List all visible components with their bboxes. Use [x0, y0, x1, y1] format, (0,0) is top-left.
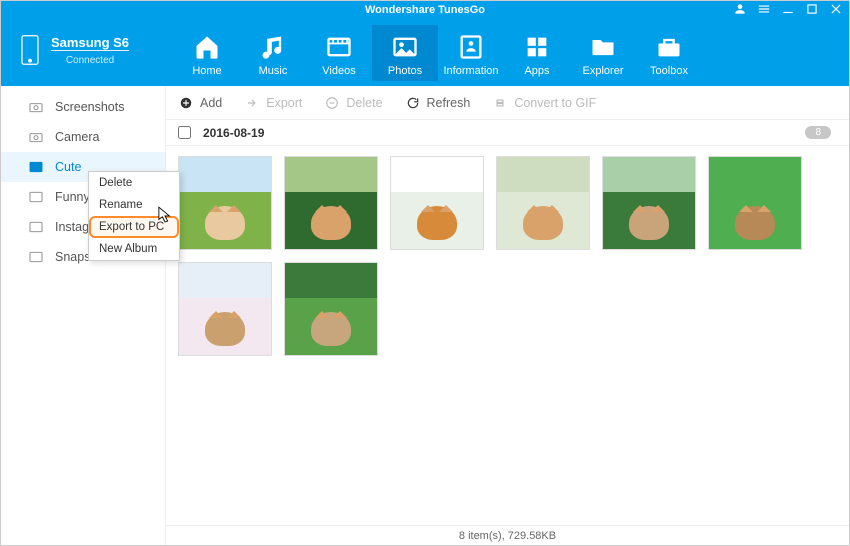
menu-icon[interactable]: [757, 2, 771, 19]
nav-toolbox-label: Toolbox: [636, 65, 702, 77]
image-icon: [27, 219, 45, 235]
sidebar-item-screenshots[interactable]: Screenshots: [1, 92, 165, 122]
delete-icon: [324, 95, 340, 111]
group-count-badge: 8: [805, 126, 831, 139]
nav-photos[interactable]: Photos: [372, 25, 438, 81]
nav-videos-label: Videos: [306, 65, 372, 77]
nav-music[interactable]: Music: [240, 25, 306, 81]
export-icon: [244, 95, 260, 111]
nav-home-label: Home: [174, 65, 240, 77]
videos-icon: [306, 31, 372, 63]
image-icon: [27, 249, 45, 265]
sidebar-item-label: Cute: [55, 160, 81, 174]
sidebar-item-label: Screenshots: [55, 100, 124, 114]
nav-apps[interactable]: Apps: [504, 25, 570, 81]
photo-thumbnail[interactable]: [284, 156, 378, 250]
toolbar: Add Export Delete Refresh Convert to GIF: [166, 86, 849, 120]
maximize-icon[interactable]: [805, 2, 819, 19]
sidebar-item-label: Funny: [55, 190, 90, 204]
nav-music-label: Music: [240, 65, 306, 77]
user-icon[interactable]: [733, 2, 747, 19]
context-menu-delete[interactable]: Delete: [89, 172, 179, 194]
photo-thumbnail[interactable]: [178, 156, 272, 250]
toolbox-icon: [636, 31, 702, 63]
refresh-label: Refresh: [427, 96, 471, 110]
image-icon: [27, 189, 45, 205]
photo-thumbnail[interactable]: [390, 156, 484, 250]
device-status: Connected: [51, 50, 129, 70]
cursor-icon: [158, 206, 172, 224]
photos-icon: [372, 31, 438, 63]
top-nav: Home Music Videos Photos Information App…: [166, 25, 702, 81]
plus-icon: [178, 95, 194, 111]
nav-home[interactable]: Home: [174, 25, 240, 81]
close-icon[interactable]: [829, 2, 843, 19]
photo-grid: [166, 146, 849, 525]
device-name: Samsung S6: [51, 35, 129, 50]
sidebar-item-camera[interactable]: Camera: [1, 122, 165, 152]
context-menu-new-album[interactable]: New Album: [89, 238, 179, 260]
export-button[interactable]: Export: [244, 95, 302, 111]
convert-label: Convert to GIF: [514, 96, 596, 110]
nav-apps-label: Apps: [504, 65, 570, 77]
content: Add Export Delete Refresh Convert to GIF…: [166, 86, 849, 545]
convert-gif-button[interactable]: Convert to GIF: [492, 95, 596, 111]
nav-information-label: Information: [438, 65, 504, 77]
nav-information[interactable]: Information: [438, 25, 504, 81]
header: Samsung S6 Connected Home Music Videos P…: [1, 19, 849, 86]
nav-videos[interactable]: Videos: [306, 25, 372, 81]
delete-label: Delete: [346, 96, 382, 110]
music-icon: [240, 31, 306, 63]
photo-thumbnail[interactable]: [602, 156, 696, 250]
information-icon: [438, 31, 504, 63]
nav-explorer-label: Explorer: [570, 65, 636, 77]
refresh-icon: [405, 95, 421, 111]
sidebar: Screenshots Camera Cute Funny Instagram …: [1, 86, 166, 545]
add-button[interactable]: Add: [178, 95, 222, 111]
camera-icon: [27, 129, 45, 145]
home-icon: [174, 31, 240, 63]
nav-photos-label: Photos: [372, 65, 438, 77]
image-icon: [27, 159, 45, 175]
status-bar: 8 item(s), 729.58KB: [166, 525, 849, 545]
nav-toolbox[interactable]: Toolbox: [636, 25, 702, 81]
photo-thumbnail[interactable]: [178, 262, 272, 356]
explorer-icon: [570, 31, 636, 63]
status-text: 8 item(s), 729.58KB: [459, 530, 556, 542]
apps-icon: [504, 31, 570, 63]
photo-thumbnail[interactable]: [284, 262, 378, 356]
select-all-checkbox[interactable]: [178, 126, 191, 139]
delete-button[interactable]: Delete: [324, 95, 382, 111]
device-panel[interactable]: Samsung S6 Connected: [1, 34, 166, 71]
add-label: Add: [200, 96, 222, 110]
group-header: 2016-08-19 8: [166, 120, 849, 146]
phone-icon: [19, 34, 41, 71]
group-date: 2016-08-19: [203, 126, 264, 140]
photo-thumbnail[interactable]: [708, 156, 802, 250]
title-bar: Wondershare TunesGo: [1, 1, 849, 19]
minimize-icon[interactable]: [781, 2, 795, 19]
export-label: Export: [266, 96, 302, 110]
nav-explorer[interactable]: Explorer: [570, 25, 636, 81]
convert-icon: [492, 95, 508, 111]
sidebar-item-label: Camera: [55, 130, 99, 144]
main: Screenshots Camera Cute Funny Instagram …: [1, 86, 849, 545]
app-title: Wondershare TunesGo: [365, 4, 485, 16]
camera-icon: [27, 99, 45, 115]
refresh-button[interactable]: Refresh: [405, 95, 471, 111]
photo-thumbnail[interactable]: [496, 156, 590, 250]
